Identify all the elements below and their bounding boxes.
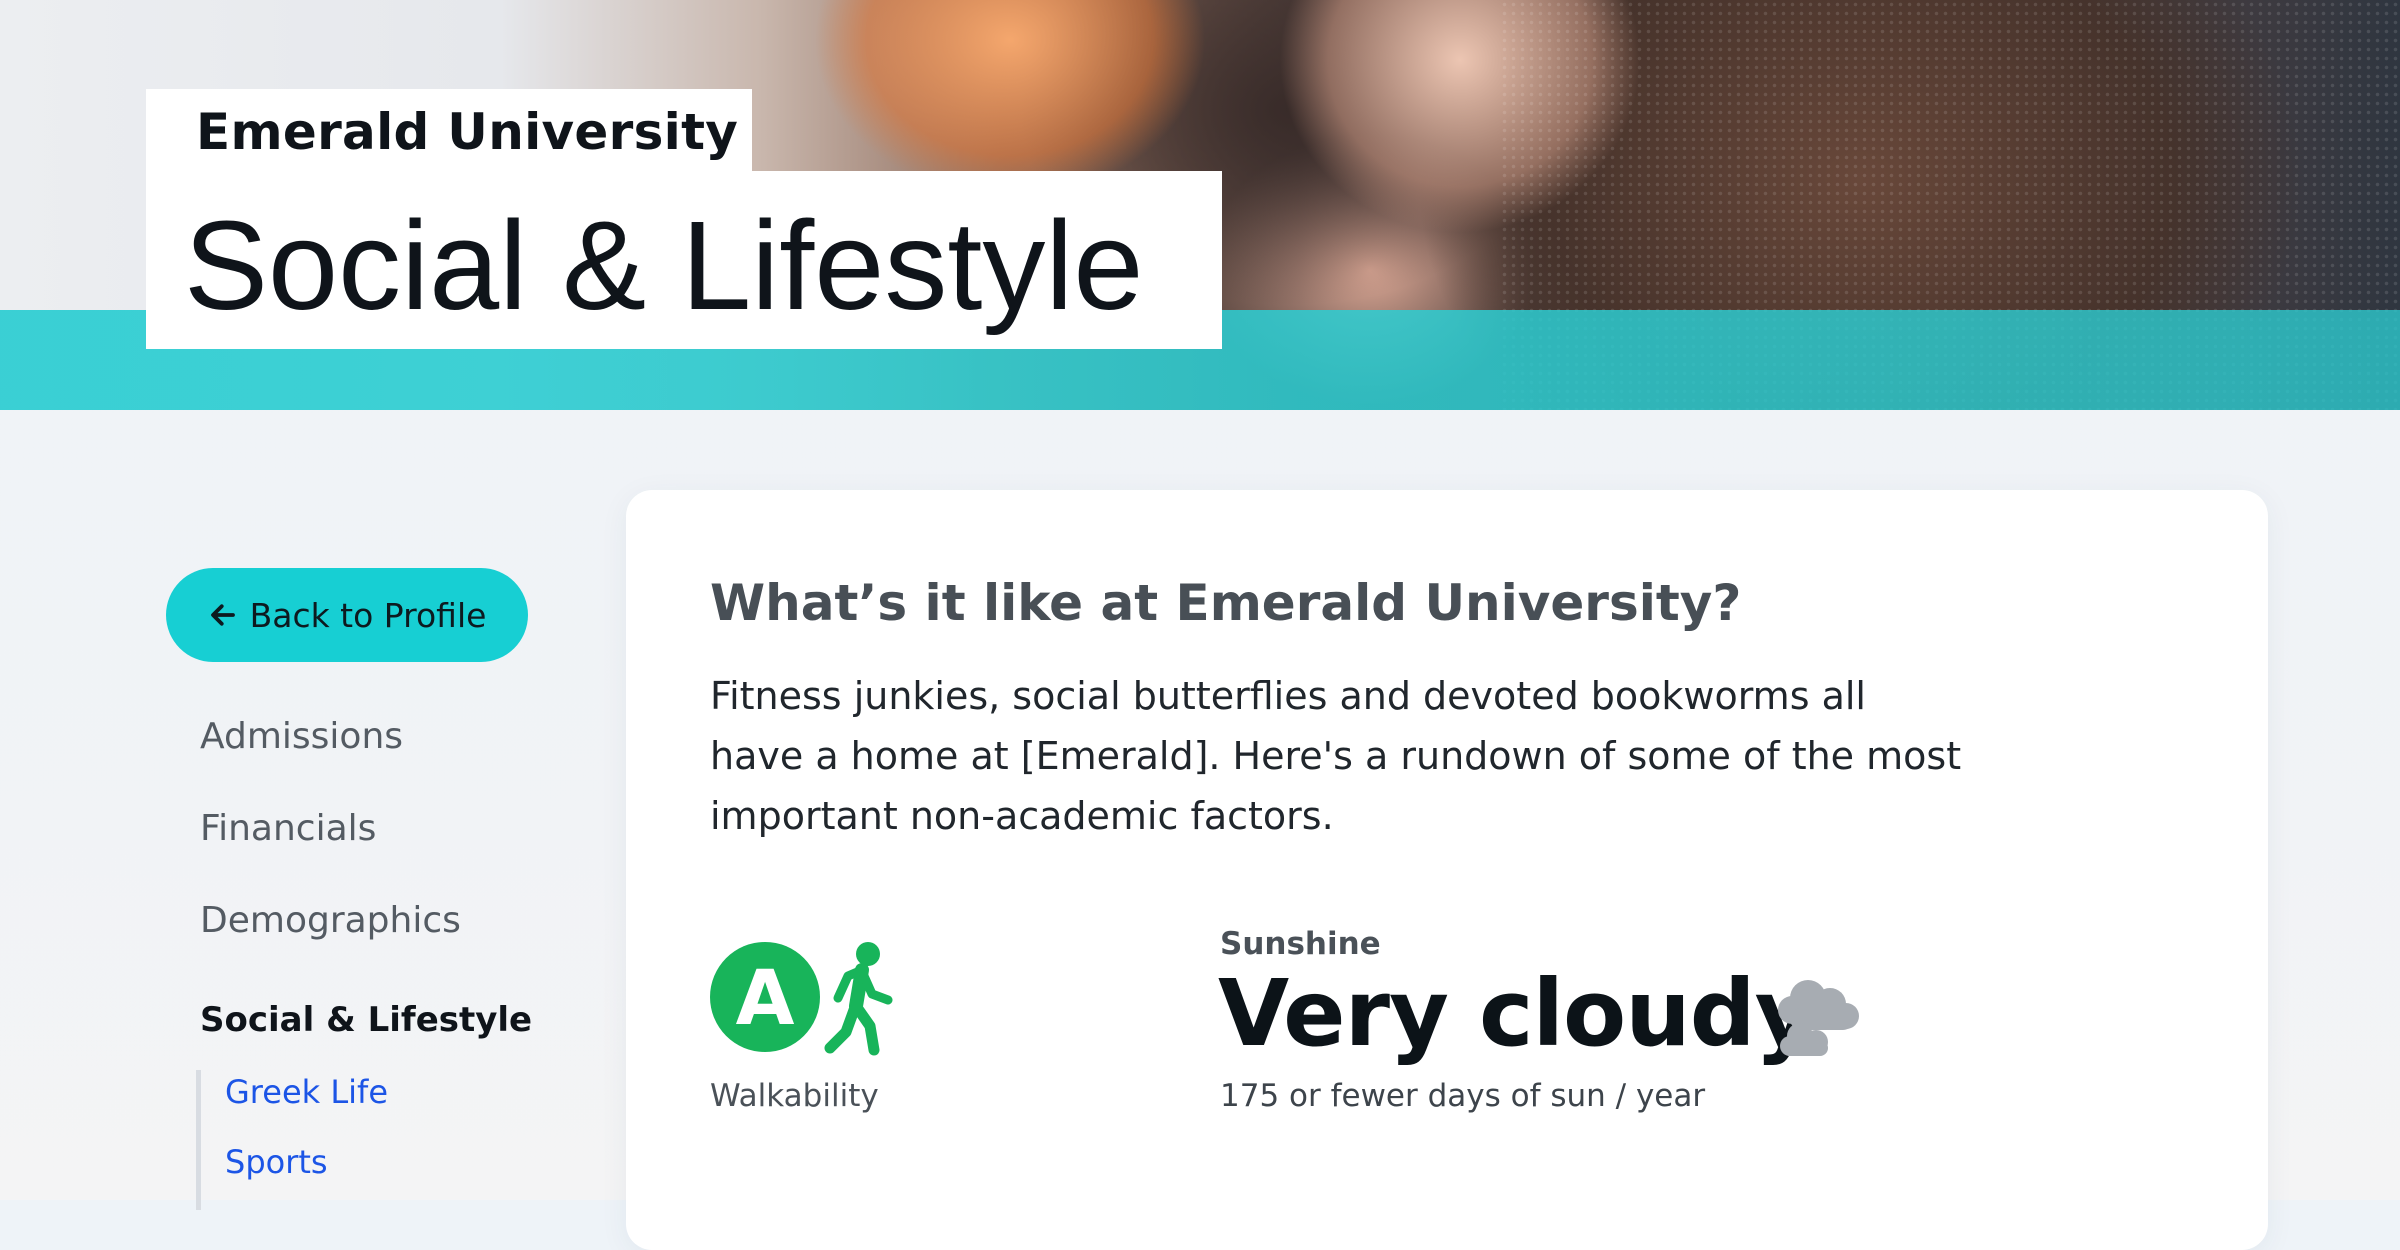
cloud-icon xyxy=(1778,980,1859,1056)
back-to-profile-button[interactable]: Back to Profile xyxy=(166,568,528,662)
subnav-item-greek-life[interactable]: Greek Life xyxy=(225,1073,388,1111)
university-name: Emerald University xyxy=(196,103,739,161)
sunshine-label: Sunshine xyxy=(1220,926,1381,962)
walkability-label: Walkability xyxy=(710,1078,879,1114)
hero-banner: Emerald University Social & Lifestyle xyxy=(0,0,2400,410)
subnav-item-sports[interactable]: Sports xyxy=(225,1143,328,1181)
walking-person-icon xyxy=(824,942,893,1056)
walkability-grade-badge: A xyxy=(710,942,820,1052)
sunshine-detail: 175 or fewer days of sun / year xyxy=(1220,1078,1706,1114)
back-to-profile-label: Back to Profile xyxy=(249,595,487,635)
nav-item-admissions[interactable]: Admissions xyxy=(200,716,403,757)
sunshine-value: Very cloudy xyxy=(1218,960,1815,1067)
arrow-left-icon xyxy=(210,604,235,626)
university-name-box: Emerald University xyxy=(146,89,752,171)
section-intro: Fitness junkies, social butterflies and … xyxy=(710,674,1962,838)
nav-item-social-lifestyle[interactable]: Social & Lifestyle xyxy=(200,1000,532,1040)
nav-item-financials[interactable]: Financials xyxy=(200,808,376,849)
page-title: Social & Lifestyle xyxy=(184,195,1144,336)
page-title-box: Social & Lifestyle xyxy=(146,171,1222,349)
nav-item-demographics[interactable]: Demographics xyxy=(200,900,461,941)
subnav-divider xyxy=(196,1070,201,1210)
content-card: What’s it like at Emerald University? Fi… xyxy=(626,490,2268,1250)
section-heading: What’s it like at Emerald University? xyxy=(710,574,1742,632)
